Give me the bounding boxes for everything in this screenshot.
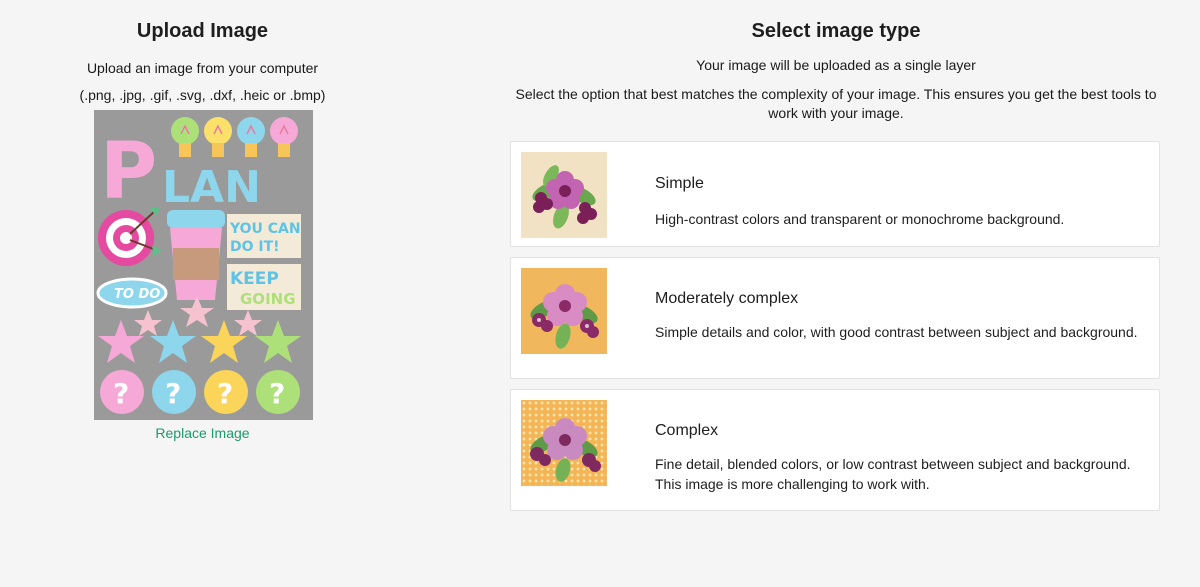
upload-title: Upload Image	[136, 20, 269, 42]
svg-text:DO IT!: DO IT!	[230, 239, 280, 255]
coffee-cup-icon	[167, 210, 225, 300]
svg-text:GOING: GOING	[240, 290, 296, 308]
svg-text:TO DO: TO DO	[114, 287, 160, 302]
option-complex[interactable]: Complex Fine detail, blended colors, or …	[510, 389, 1160, 511]
single-layer-note: Your image will be uploaded as a single …	[696, 57, 976, 73]
svg-text:KEEP: KEEP	[230, 269, 279, 289]
question-circle-icon: ?	[100, 370, 144, 414]
option-description: High-contrast colors and transparent or …	[655, 211, 1065, 227]
question-circle-icon: ?	[152, 370, 196, 414]
plan-letter-p: P	[100, 127, 157, 217]
flower-icon	[532, 165, 597, 229]
upload-formats: (.png, .jpg, .gif, .svg, .dxf, .heic or …	[79, 87, 326, 103]
option-simple[interactable]: Simple High-contrast colors and transpar…	[510, 141, 1160, 247]
you-can-do-it-sticker: YOU CAN DO IT!	[227, 214, 301, 258]
planner-stickers-image: P LAN YOU CAN DO IT! KEEP GOING TO DO ? …	[94, 110, 313, 420]
flower-icon	[530, 284, 599, 349]
option-description: Fine detail, blended colors, or low cont…	[655, 456, 1131, 492]
svg-text:?: ?	[217, 377, 233, 410]
image-type-title: Select image type	[751, 20, 921, 42]
simple-thumbnail	[521, 152, 607, 238]
option-moderately-complex[interactable]: Moderately complex Simple details and co…	[510, 257, 1160, 379]
replace-image-link[interactable]: Replace Image	[0, 425, 405, 441]
plan-letters: LAN	[162, 162, 261, 213]
upload-subtitle: Upload an image from your computer	[86, 60, 319, 76]
option-description: Simple details and color, with good cont…	[655, 324, 1138, 340]
option-title: Moderately complex	[655, 290, 799, 307]
svg-text:?: ?	[113, 377, 129, 410]
to-do-sticker: TO DO	[96, 277, 168, 309]
moderately-complex-thumbnail	[521, 268, 607, 354]
flower-icon	[530, 418, 601, 482]
svg-text:?: ?	[165, 377, 181, 410]
page: Upload Image Upload an image from your c…	[0, 0, 1200, 587]
complex-thumbnail	[521, 400, 607, 486]
keep-going-sticker: KEEP GOING	[227, 264, 301, 310]
svg-text:?: ?	[269, 377, 285, 410]
question-circle-icon: ?	[256, 370, 300, 414]
question-circle-icon: ?	[204, 370, 248, 414]
uploaded-image-preview: P LAN YOU CAN DO IT! KEEP GOING TO DO ? …	[94, 110, 313, 420]
image-type-description: Select the option that best matches the …	[515, 86, 1157, 121]
option-title: Complex	[655, 422, 719, 439]
svg-text:YOU CAN: YOU CAN	[229, 221, 301, 237]
option-title: Simple	[655, 175, 704, 192]
